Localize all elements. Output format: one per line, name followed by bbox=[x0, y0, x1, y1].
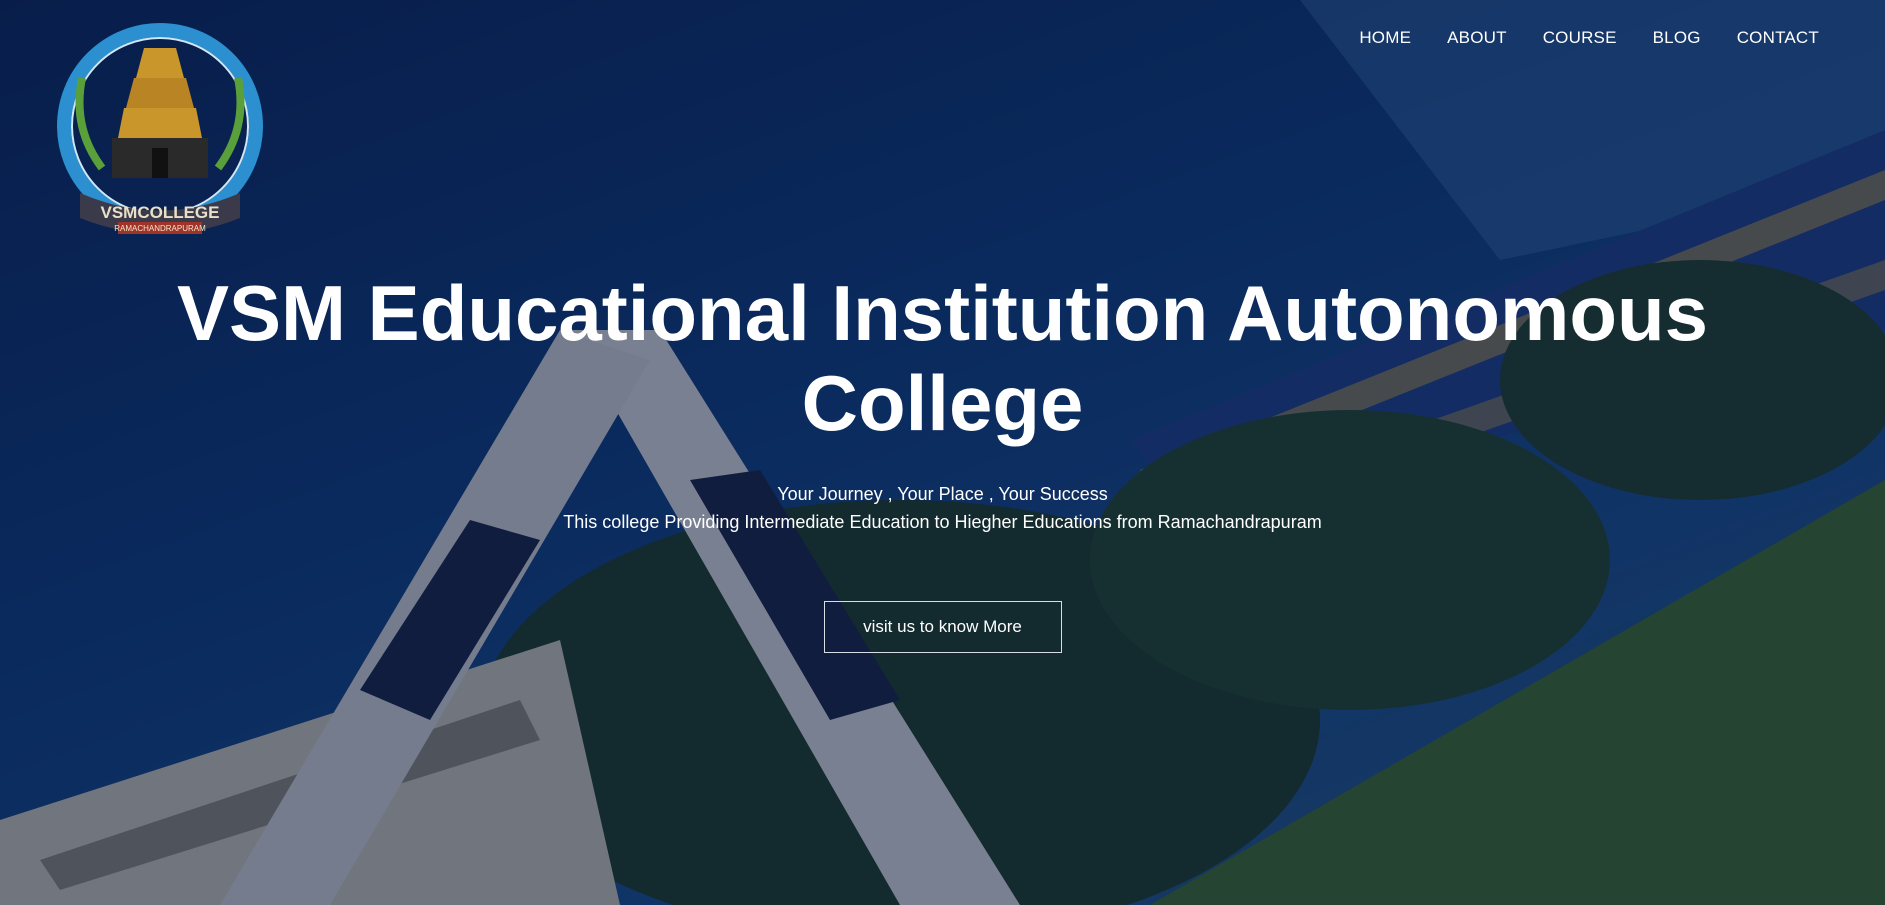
nav-blog-link[interactable]: BLOG bbox=[1653, 28, 1701, 48]
logo-place: RAMACHANDRAPURAM bbox=[114, 224, 206, 233]
hero-description: This college Providing Intermediate Educ… bbox=[563, 512, 1322, 532]
hero-content: VSM Educational Institution Autonomous C… bbox=[0, 268, 1885, 653]
nav-course-link[interactable]: COURSE bbox=[1543, 28, 1617, 48]
hero-section: VSMCOLLEGE RAMACHANDRAPURAM HOME ABOUT C… bbox=[0, 0, 1885, 905]
nav-about-link[interactable]: ABOUT bbox=[1447, 28, 1507, 48]
nav-home-link[interactable]: HOME bbox=[1359, 28, 1411, 48]
college-logo[interactable]: VSMCOLLEGE RAMACHANDRAPURAM bbox=[52, 18, 272, 240]
nav-contact-link[interactable]: CONTACT bbox=[1737, 28, 1819, 48]
logo-name: VSMCOLLEGE bbox=[100, 203, 219, 222]
hero-title: VSM Educational Institution Autonomous C… bbox=[176, 269, 1709, 447]
hero-tagline: Your Journey , Your Place , Your Success bbox=[777, 484, 1108, 504]
visit-more-button[interactable]: visit us to know More bbox=[823, 601, 1062, 653]
main-navigation: HOME ABOUT COURSE BLOG CONTACT bbox=[1359, 28, 1819, 48]
